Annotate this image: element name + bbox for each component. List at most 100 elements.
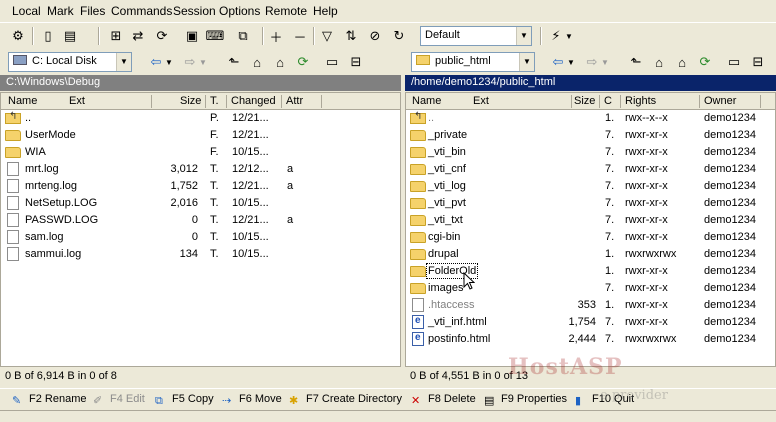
table-row[interactable]: drupal 1. rwxrwxrwx demo1234 [406,246,775,263]
reload-icon[interactable]: ↻ [389,26,409,46]
chevron-down-icon[interactable]: ▼ [600,52,610,72]
table-row[interactable]: postinfo.html 2,444 7. rwxrwxrwx demo1234 [406,331,775,348]
transfer-profile-select[interactable]: Default ▼ [420,26,532,46]
col-owner[interactable]: Owner [704,95,736,107]
f9-properties-button[interactable]: ▤ F9 Properties [484,393,567,407]
refresh-icon[interactable]: ⟳ [152,26,172,46]
remote-file-panel[interactable]: Name Ext Size C Rights Owner .. 1. rwx--x-… [405,92,776,367]
putty-icon[interactable]: ⌨ [205,26,225,46]
open-folder-icon[interactable]: ▭ [322,52,342,72]
menu-commands[interactable]: Commands [111,4,172,18]
filter-icon[interactable]: ▽ [317,26,337,46]
menu-session[interactable]: Session [173,4,216,18]
table-row[interactable]: _vti_txt 7. rwxr-xr-x demo1234 [406,212,775,229]
back-icon[interactable]: ⇦ [146,52,166,72]
table-row[interactable]: mrteng.log 1,752 T. 12/21... a [1,178,400,195]
menu-local[interactable]: Local [12,4,41,18]
column-divider[interactable] [699,95,700,108]
file-properties-icon[interactable]: ▯ [38,26,58,46]
synchronize-icon[interactable]: ⇄ [128,26,148,46]
table-row[interactable]: UserMode F. 12/21... [1,127,400,144]
select-files-icon[interactable]: ＋ [266,26,286,46]
f5-copy-button[interactable]: ⧉ F5 Copy [155,393,214,407]
column-divider[interactable] [599,95,600,108]
column-divider[interactable] [281,95,282,108]
gear-icon[interactable]: ⚙ [8,26,28,46]
table-row[interactable]: _private 7. rwxr-xr-x demo1234 [406,127,775,144]
table-row[interactable]: _vti_inf.html 1,754 7. rwxr-xr-x demo1234 [406,314,775,331]
chevron-down-icon[interactable]: ▼ [566,52,576,72]
column-divider[interactable] [760,95,761,108]
menu-files[interactable]: Files [80,4,105,18]
menu-mark[interactable]: Mark [47,4,74,18]
f6-move-button[interactable]: ⇢ F6 Move [222,393,282,407]
column-divider[interactable] [620,95,621,108]
forward-icon[interactable]: ⇨ [582,52,602,72]
table-row[interactable]: WIA F. 10/15... [1,144,400,161]
root-dir-icon[interactable]: ⌂ [247,52,267,72]
f2-rename-button[interactable]: ✎ F2 Rename [12,393,86,407]
queue-icon[interactable]: ⧉ [233,26,253,46]
menu-remote[interactable]: Remote [265,4,307,18]
sort-icon[interactable]: ⇅ [341,26,361,46]
forward-icon[interactable]: ⇨ [180,52,200,72]
f7-create-directory-button[interactable]: ✱ F7 Create Directory [289,393,402,407]
table-row[interactable]: FolderOld 1. rwxr-xr-x demo1234 [406,263,775,280]
compare-icon[interactable]: ⊞ [106,26,126,46]
menu-help[interactable]: Help [313,4,338,18]
home-icon[interactable]: ⌂ [672,52,692,72]
column-divider[interactable] [571,95,572,108]
chevron-down-icon[interactable]: ▼ [164,52,174,72]
table-row[interactable]: .. P. 12/21... [1,110,400,127]
column-divider[interactable] [226,95,227,108]
console-icon[interactable]: ▣ [182,26,202,46]
column-divider[interactable] [321,95,322,108]
lightning-icon[interactable]: ⚡ [546,26,566,46]
tree-icon[interactable]: ⊟ [346,52,366,72]
col-ext[interactable]: Ext [69,95,85,107]
table-row[interactable]: cgi-bin 7. rwxr-xr-x demo1234 [406,229,775,246]
table-row[interactable]: PASSWD.LOG 0 T. 12/21... a [1,212,400,229]
chevron-down-icon[interactable]: ▼ [198,52,208,72]
col-size[interactable]: Size [180,95,201,107]
table-row[interactable]: _vti_pvt 7. rwxr-xr-x demo1234 [406,195,775,212]
col-name[interactable]: Name [8,95,37,107]
column-divider[interactable] [205,95,206,108]
col-name[interactable]: Name [412,95,441,107]
root-dir-icon[interactable]: ⌂ [649,52,669,72]
col-c[interactable]: C [604,95,612,107]
open-folder-icon[interactable]: ▭ [724,52,744,72]
table-row[interactable]: .htaccess 353 1. rwxr-xr-x demo1234 [406,297,775,314]
col-size[interactable]: Size [574,95,595,107]
menu-options[interactable]: Options [219,4,260,18]
refresh-icon[interactable]: ⟳ [695,52,715,72]
table-row[interactable]: _vti_cnf 7. rwxr-xr-x demo1234 [406,161,775,178]
back-icon[interactable]: ⇦ [548,52,568,72]
table-row[interactable]: mrt.log 3,012 T. 12/12... a [1,161,400,178]
col-rights[interactable]: Rights [625,95,656,107]
home-icon[interactable]: ⌂ [270,52,290,72]
cancel-icon[interactable]: ⊘ [365,26,385,46]
col-attr[interactable]: Attr [286,95,303,107]
table-row[interactable]: NetSetup.LOG 2,016 T. 10/15... [1,195,400,212]
f4-edit-button[interactable]: ✐ F4 Edit [93,393,145,407]
chevron-down-icon[interactable]: ▼ [564,26,574,46]
table-row[interactable]: .. 1. rwx--x--x demo1234 [406,110,775,127]
tree-icon[interactable]: ⊟ [748,52,768,72]
table-row[interactable]: _vti_log 7. rwxr-xr-x demo1234 [406,178,775,195]
local-drive-select[interactable]: C: Local Disk ▼ [8,52,132,72]
table-row[interactable]: _vti_bin 7. rwxr-xr-x demo1234 [406,144,775,161]
parent-dir-icon[interactable]: ⬑ [626,52,646,72]
refresh-icon[interactable]: ⟳ [293,52,313,72]
remote-folder-select[interactable]: public_html ▼ [411,52,535,72]
column-divider[interactable] [151,95,152,108]
parent-dir-icon[interactable]: ⬑ [224,52,244,72]
f8-delete-button[interactable]: ✕ F8 Delete [411,393,476,407]
col-changed[interactable]: Changed [231,95,276,107]
col-type[interactable]: T. [210,95,219,107]
clipboard-icon[interactable]: ▤ [60,26,80,46]
table-row[interactable]: sammui.log 134 T. 10/15... [1,246,400,263]
table-row[interactable]: images 7. rwxr-xr-x demo1234 [406,280,775,297]
table-row[interactable]: sam.log 0 T. 10/15... [1,229,400,246]
unselect-files-icon[interactable]: － [290,26,310,46]
